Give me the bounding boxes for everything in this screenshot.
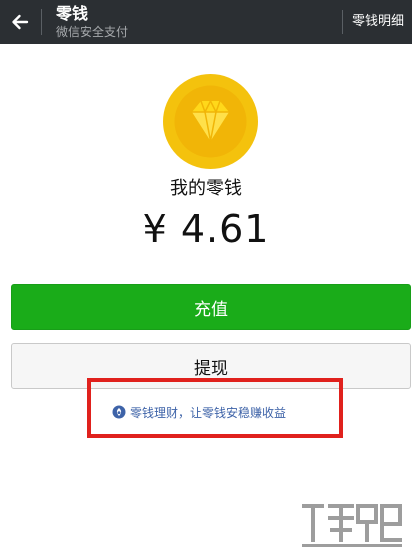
balance-amount: ¥ 4.61 [142,207,270,251]
wealth-management-text: 零钱理财，让零钱安稳赚收益 [130,405,287,420]
site-watermark-logo [302,504,402,547]
recharge-button[interactable]: 充值 [11,284,411,330]
wealth-management-link[interactable]: 零钱理财，让零钱安稳赚收益 [112,402,286,422]
header-divider [41,9,42,35]
diamond-coin-icon [163,74,258,169]
withdraw-button-label: 提现 [194,358,228,379]
arrow-left-icon [12,14,29,30]
recharge-button-label: 充值 [194,299,228,320]
page-title: 零钱 [56,4,89,23]
balance-label: 我的零钱 [170,178,242,199]
header-divider [342,10,343,34]
fund-icon [112,405,126,419]
page-subtitle: 微信安全支付 [56,25,129,39]
top-bar: 零钱 微信安全支付 零钱明细 [0,0,412,44]
details-link[interactable]: 零钱明细 [352,14,404,30]
back-button[interactable] [0,0,40,44]
